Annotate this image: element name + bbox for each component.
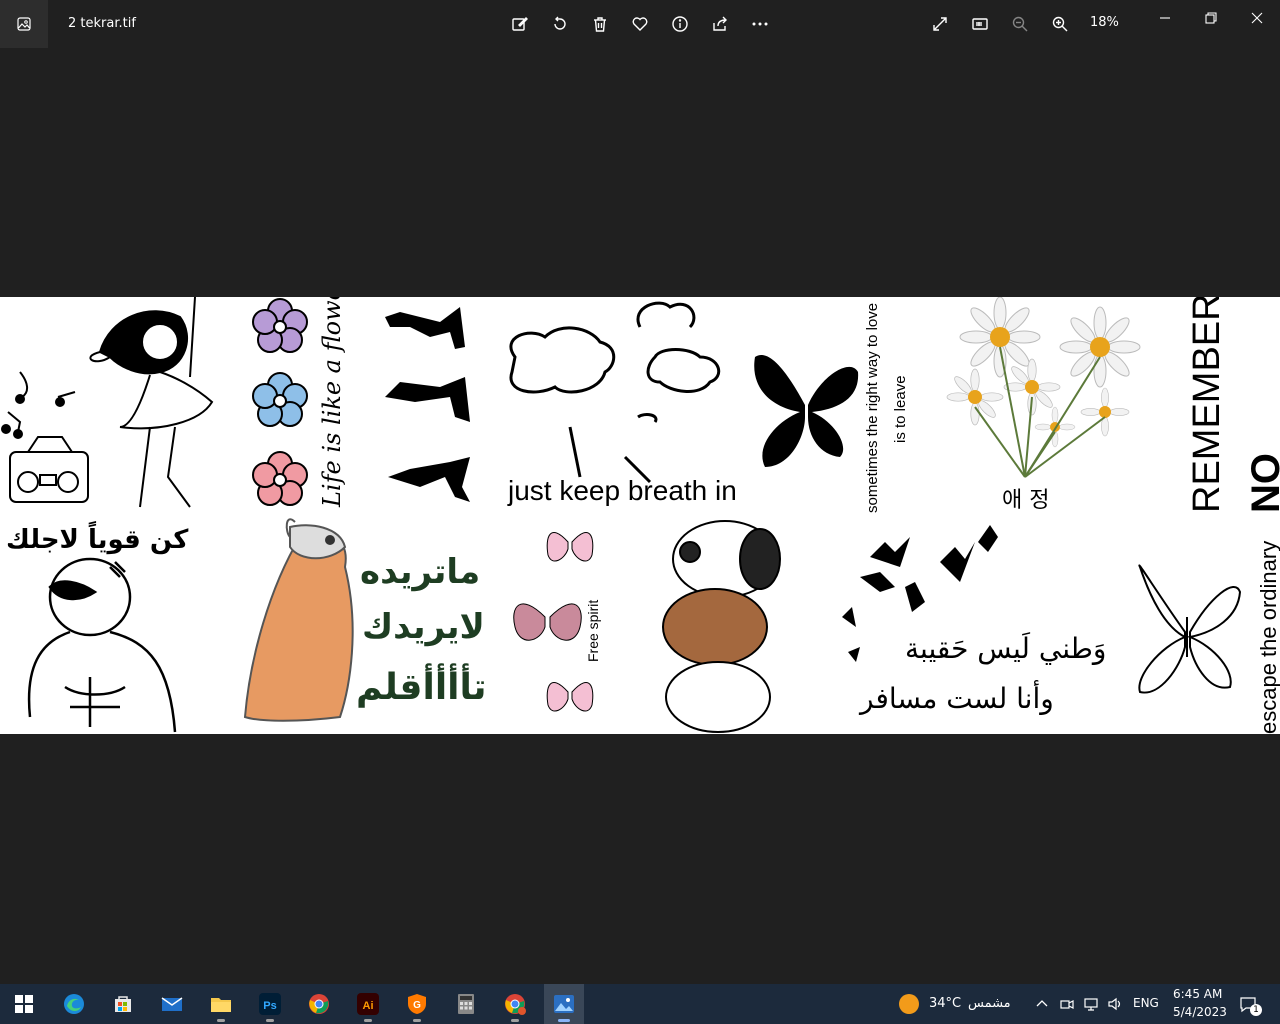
store-icon[interactable] (103, 984, 143, 1024)
shield-g-icon[interactable]: G (397, 984, 437, 1024)
edit-icon[interactable] (508, 12, 532, 36)
favorite-icon[interactable] (628, 12, 652, 36)
text-life-like-flower: Life is like a flower (318, 297, 346, 507)
photos-taskbar-icon[interactable] (544, 984, 584, 1024)
weather-temp[interactable]: 34°C (929, 996, 961, 1011)
text-arabic-home-2: وأنا لست مسافر (860, 682, 1054, 715)
info-icon[interactable] (668, 12, 692, 36)
window-title: 2 tekrar.tif (68, 16, 136, 31)
edge-icon[interactable] (54, 984, 94, 1024)
taskbar: Ps Ai G 34°C مشمس ENG 6:45 AM 5/4/2023 1 (0, 984, 1280, 1024)
text-no: NO (1244, 453, 1280, 513)
svg-text:G: G (413, 1000, 421, 1011)
chrome-icon[interactable] (299, 984, 339, 1024)
sticker-artwork (1, 297, 1242, 733)
text-free-spirit: Free spirit (585, 599, 601, 662)
rotate-icon[interactable] (548, 12, 572, 36)
more-icon[interactable] (748, 12, 772, 36)
text-right-way-2: is to leave (892, 375, 909, 443)
text-korean: 애 정 (1002, 488, 1050, 513)
chrome-profile-icon[interactable] (495, 984, 535, 1024)
calculator-icon[interactable] (446, 984, 486, 1024)
language-indicator[interactable]: ENG (1133, 996, 1159, 1010)
text-right-way-1: sometimes the right way to love (864, 302, 881, 513)
restore-button[interactable] (1199, 8, 1223, 28)
clock-date[interactable]: 5/4/2023 (1173, 1005, 1227, 1019)
fullscreen-icon[interactable] (928, 12, 952, 36)
network-icon[interactable] (1083, 996, 1099, 1012)
svg-text:Ai: Ai (363, 1000, 374, 1012)
illustrator-icon[interactable]: Ai (348, 984, 388, 1024)
zoom-in-icon[interactable] (1048, 12, 1072, 36)
title-bar: 2 tekrar.tif 18% (0, 0, 1280, 48)
weather-icon[interactable] (899, 994, 919, 1014)
weather-text[interactable]: مشمس (968, 996, 1011, 1011)
zoom-level[interactable]: 18% (1090, 15, 1119, 30)
text-keep-breath: just keep breath in (508, 475, 737, 506)
text-arabic-strong: كن قوياً لاجلك (6, 525, 189, 555)
text-arabic-want-3: تأأأأقلم (356, 667, 487, 708)
delete-icon[interactable] (588, 12, 612, 36)
text-arabic-want-2: لايريدك (362, 607, 485, 647)
zoom-out-icon[interactable] (1008, 12, 1032, 36)
clock-time[interactable]: 6:45 AM (1173, 987, 1222, 1001)
photos-app-icon[interactable] (0, 0, 48, 48)
volume-icon[interactable] (1107, 996, 1123, 1012)
chevron-up-icon[interactable] (1035, 996, 1049, 1010)
text-escape-ordinary: escape the ordinary (1256, 540, 1280, 734)
notification-icon[interactable]: 1 (1238, 994, 1262, 1016)
text-remember: REMEMBER? (1186, 297, 1228, 513)
actual-size-icon[interactable] (968, 12, 992, 36)
svg-text:Ps: Ps (263, 1000, 276, 1012)
start-button[interactable] (4, 984, 44, 1024)
text-arabic-want-1: ماتريده (360, 552, 481, 592)
text-arabic-home-1: وَطني لَيس حَقيبة (905, 632, 1107, 665)
close-button[interactable] (1245, 8, 1269, 28)
file-explorer-icon[interactable] (201, 984, 241, 1024)
image-canvas[interactable]: Life is like a flower just keep breath i… (0, 297, 1280, 734)
photoshop-icon[interactable]: Ps (250, 984, 290, 1024)
share-icon[interactable] (708, 12, 732, 36)
mail-icon[interactable] (152, 984, 192, 1024)
minimize-button[interactable] (1153, 8, 1177, 28)
notification-count: 1 (1250, 1004, 1262, 1016)
meet-icon[interactable] (1059, 996, 1075, 1012)
